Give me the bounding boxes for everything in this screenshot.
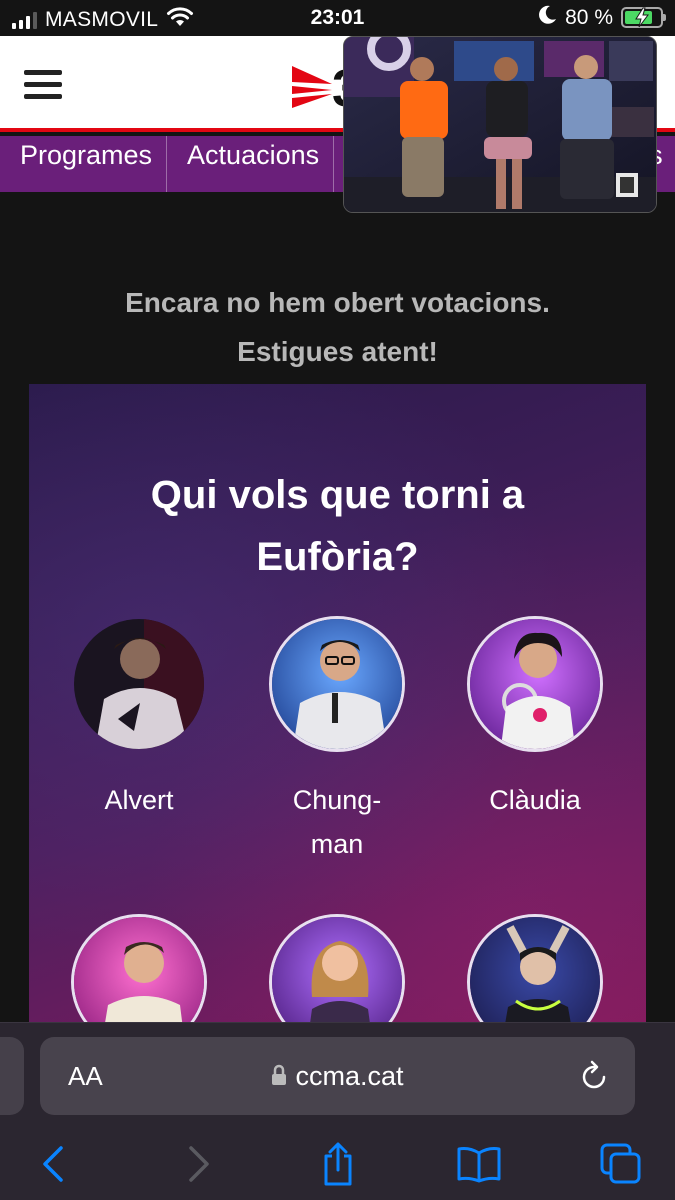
hamburger-icon[interactable] xyxy=(24,70,62,100)
contestant-photo xyxy=(269,914,405,1024)
browser-toolbar xyxy=(0,1141,675,1191)
contestant-card-chung-man[interactable]: Chung- man xyxy=(237,616,437,866)
voting-title: Qui vols que torni a Eufòria? xyxy=(150,473,525,579)
forward-icon[interactable] xyxy=(174,1141,224,1187)
share-icon[interactable] xyxy=(313,1141,363,1187)
url-display[interactable]: ccma.cat xyxy=(40,1061,635,1093)
address-bar[interactable]: AA ccma.cat xyxy=(40,1037,635,1115)
notice-line-1: Encara no hem obert votacions. xyxy=(125,287,550,318)
contestant-name: Alvert xyxy=(104,785,174,815)
contestant-photo xyxy=(71,914,207,1024)
contestant-photo xyxy=(269,616,405,752)
contestant-photo xyxy=(71,616,207,752)
contestant-card-4[interactable] xyxy=(39,914,239,1024)
contestant-card-6[interactable] xyxy=(435,914,635,1024)
contestant-photo xyxy=(467,914,603,1024)
bookmarks-icon[interactable] xyxy=(454,1141,504,1187)
notice-line-2: Estigues atent! xyxy=(237,336,438,367)
voting-closed-notice: Encara no hem obert votacions. Estigues … xyxy=(0,278,675,376)
contestant-name: Chung- man xyxy=(292,785,382,859)
reload-icon[interactable] xyxy=(579,1059,609,1096)
status-bar: MASMOVIL 23:01 80 % xyxy=(0,0,675,36)
lock-icon xyxy=(271,1062,287,1093)
contestant-card-alvert[interactable]: Alvert xyxy=(39,616,239,822)
url-text: ccma.cat xyxy=(295,1061,404,1091)
contestant-card-claudia[interactable]: Clàudia xyxy=(435,616,635,822)
browser-bottom-bar: AA ccma.cat xyxy=(0,1022,675,1200)
nav-item-actuacions[interactable]: Actuacions xyxy=(167,136,335,192)
moon-icon xyxy=(539,5,557,30)
tabs-icon[interactable] xyxy=(596,1141,646,1187)
voting-panel: Qui vols que torni a Eufòria? Alvert Chu… xyxy=(29,384,646,1024)
contestant-photo xyxy=(467,616,603,752)
contestant-card-5[interactable] xyxy=(237,914,437,1024)
nav-item-programes[interactable]: Programes xyxy=(0,136,168,192)
previous-tab-peek[interactable] xyxy=(0,1037,24,1115)
back-icon[interactable] xyxy=(28,1141,78,1187)
battery-charging-icon xyxy=(621,7,666,28)
contestant-name: Clàudia xyxy=(489,785,581,815)
status-right: 80 % xyxy=(539,5,666,30)
pip-video-player[interactable] xyxy=(343,36,657,213)
battery-percent: 80 % xyxy=(565,5,613,29)
